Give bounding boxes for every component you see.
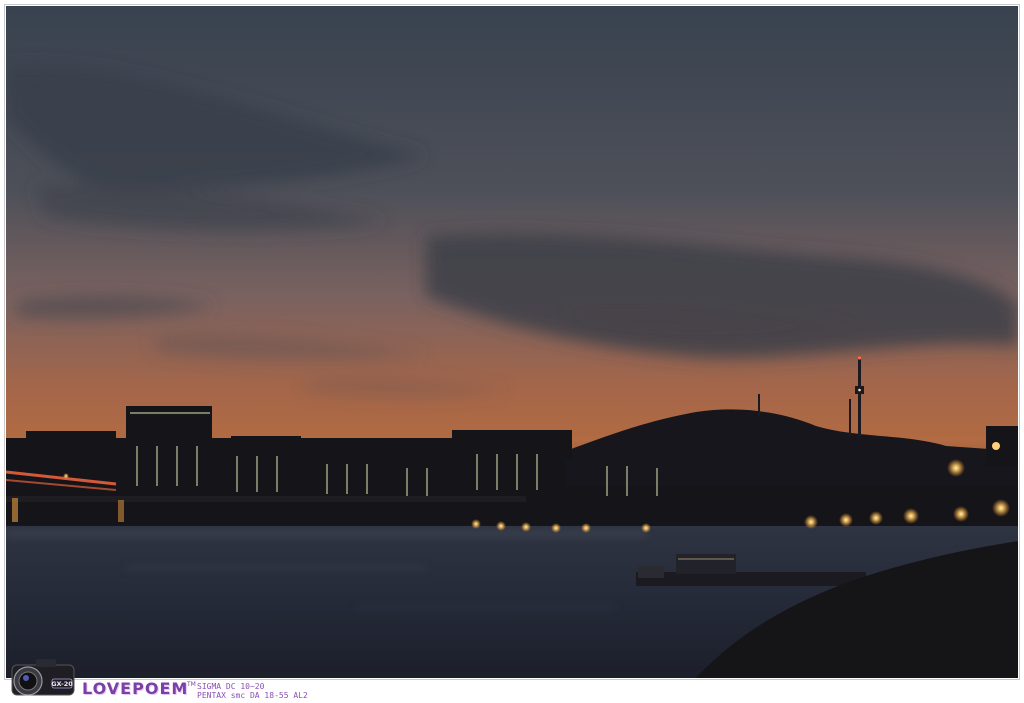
- night-city-photo: [6, 6, 1018, 678]
- watermark-trademark: TM: [187, 681, 196, 688]
- camera-icon: GX-20: [11, 659, 75, 696]
- watermark-brand: LOVEPOEM: [82, 679, 189, 698]
- lens-info-line-2: PENTAX smc DA 18-55 AL2: [197, 691, 308, 700]
- camera-model-label: GX-20: [51, 680, 73, 688]
- lens-info-line-1: SIGMA DC 10~20: [197, 682, 265, 691]
